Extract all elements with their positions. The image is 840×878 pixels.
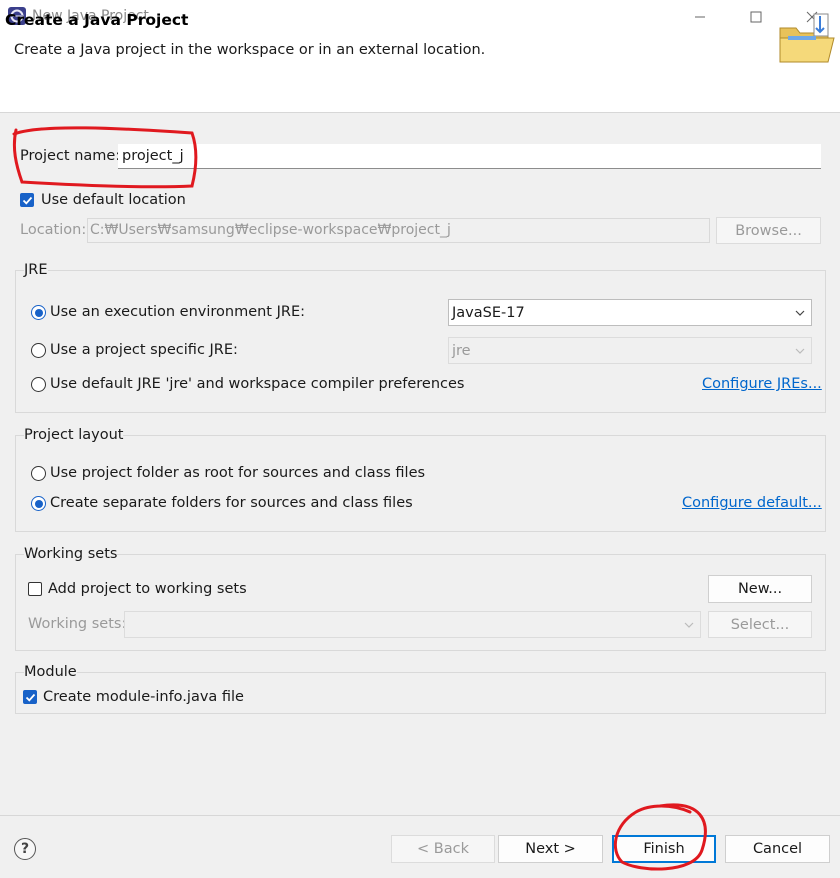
project-name-label: Project name: — [20, 148, 121, 164]
chevron-down-icon — [795, 348, 805, 354]
configure-jres-link[interactable]: Configure JREs... — [702, 376, 822, 392]
minimize-icon — [695, 16, 705, 18]
create-module-info-checkbox[interactable] — [23, 690, 37, 704]
project-specific-jre-select[interactable]: jre — [448, 337, 812, 364]
help-icon[interactable]: ? — [14, 838, 36, 860]
chevron-down-icon — [684, 622, 694, 628]
project-specific-jre-radio[interactable] — [31, 343, 46, 358]
default-jre-label: Use default JRE 'jre' and workspace comp… — [50, 376, 465, 392]
chevron-down-icon — [795, 310, 805, 316]
browse-button[interactable]: Browse... — [716, 217, 821, 244]
separate-folders-radio[interactable] — [31, 496, 46, 511]
configure-default-link[interactable]: Configure default... — [682, 495, 822, 511]
execution-environment-radio[interactable] — [31, 305, 46, 320]
footer-divider — [0, 815, 840, 816]
module-group-label: Module — [24, 664, 77, 680]
working-sets-group-label: Working sets — [24, 546, 118, 562]
default-jre-radio[interactable] — [31, 377, 46, 392]
jre-group-label: JRE — [24, 262, 48, 278]
location-input: C:₩Users₩samsung₩eclipse-workspace₩proje… — [87, 218, 710, 243]
project-layout-group — [15, 435, 826, 532]
project-name-input[interactable] — [118, 144, 821, 169]
finish-button[interactable]: Finish — [612, 835, 716, 863]
page-title: Create a Java Project — [5, 11, 189, 29]
project-layout-group-label: Project layout — [24, 427, 124, 443]
project-specific-jre-value: jre — [452, 342, 471, 359]
execution-environment-select[interactable]: JavaSE-17 — [448, 299, 812, 326]
working-sets-label: Working sets: — [28, 616, 127, 632]
create-module-info-label: Create module-info.java file — [43, 689, 244, 705]
working-sets-select[interactable] — [124, 611, 701, 638]
use-default-location-label: Use default location — [41, 192, 186, 208]
add-to-working-sets-checkbox[interactable] — [28, 582, 42, 596]
select-working-sets-button[interactable]: Select... — [708, 611, 812, 638]
execution-environment-value: JavaSE-17 — [452, 304, 525, 321]
checkmark-icon — [22, 196, 32, 205]
cancel-button[interactable]: Cancel — [725, 835, 830, 863]
project-folder-root-label: Use project folder as root for sources a… — [50, 465, 426, 481]
next-button[interactable]: Next > — [498, 835, 603, 863]
minimize-button[interactable] — [672, 0, 728, 34]
new-working-set-button[interactable]: New... — [708, 575, 812, 603]
maximize-icon — [750, 11, 762, 23]
folder-icon — [779, 13, 835, 63]
page-description: Create a Java project in the workspace o… — [14, 42, 486, 58]
back-button[interactable]: < Back — [391, 835, 495, 863]
add-to-working-sets-label: Add project to working sets — [48, 581, 247, 597]
use-default-location-checkbox[interactable] — [20, 193, 34, 207]
separate-folders-label: Create separate folders for sources and … — [50, 495, 413, 511]
project-specific-jre-label: Use a project specific JRE: — [50, 342, 238, 358]
checkmark-icon — [25, 693, 35, 702]
execution-environment-label: Use an execution environment JRE: — [50, 304, 306, 320]
project-folder-root-radio[interactable] — [31, 466, 46, 481]
location-label: Location: — [20, 222, 87, 238]
